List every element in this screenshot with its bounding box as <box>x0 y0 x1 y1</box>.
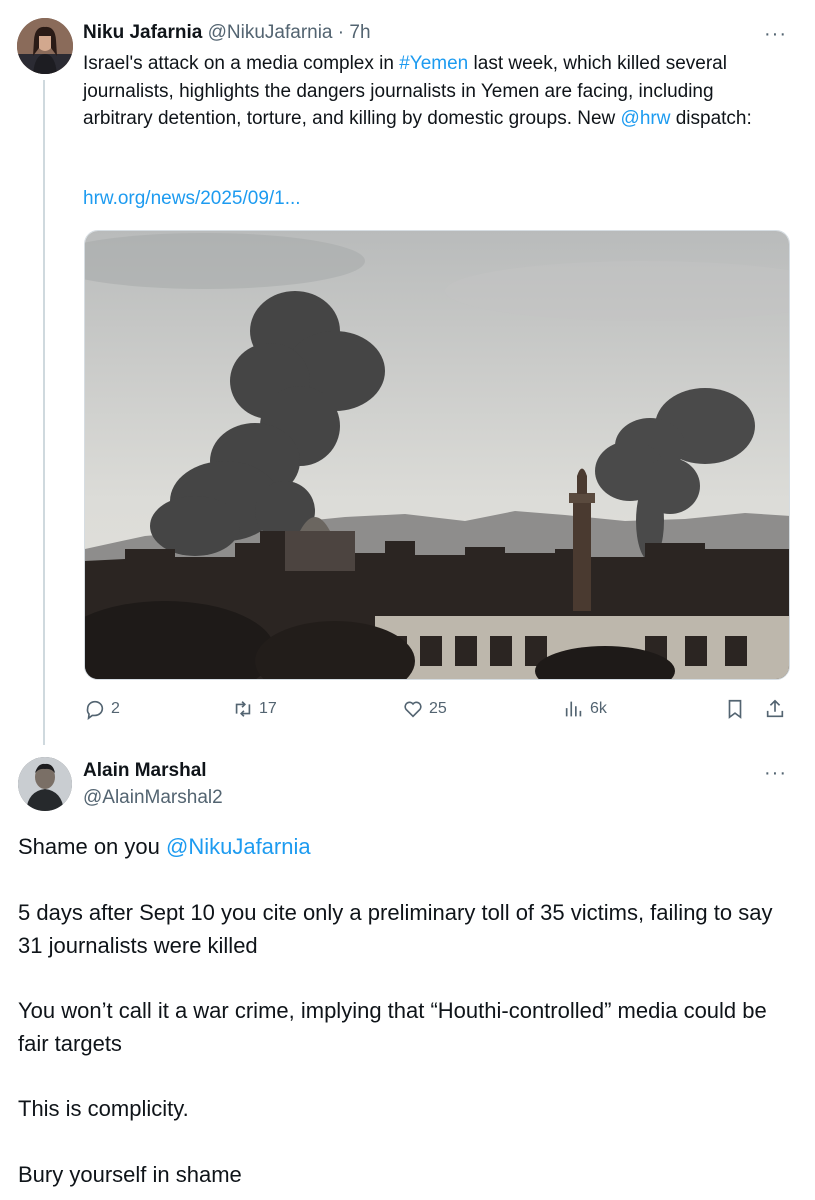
thread-connector-line <box>43 80 45 745</box>
author-name[interactable]: Niku Jafarnia <box>83 22 202 43</box>
more-options-icon[interactable]: ··· <box>764 763 787 783</box>
author-handle[interactable]: @NikuJafarnia <box>208 22 333 43</box>
heart-icon <box>404 701 422 718</box>
like-button[interactable]: 25 <box>402 698 447 720</box>
tweet-text-part: Israel's attack on a media complex in <box>83 53 400 74</box>
repost-count: 17 <box>259 700 277 717</box>
author-name[interactable]: Alain Marshal <box>83 760 207 782</box>
share-button[interactable] <box>764 698 786 720</box>
reply-button[interactable]: 2 <box>84 698 120 720</box>
mention-link[interactable]: @hrw <box>621 108 671 129</box>
avatar[interactable] <box>18 757 72 811</box>
tweet-paragraph: Shame on you @NikuJafarnia <box>18 830 798 863</box>
like-count: 25 <box>429 700 447 717</box>
tweet-paragraph: 5 days after Sept 10 you cite only a pre… <box>18 900 773 958</box>
tweet-header: Niku Jafarnia @NikuJafarnia · 7h <box>83 22 371 44</box>
bookmark-icon <box>728 699 742 719</box>
share-icon <box>766 699 784 718</box>
more-options-icon[interactable]: ··· <box>764 24 787 44</box>
tweet-text-part: Shame on you <box>18 834 166 859</box>
tweet-text: Israel's attack on a media complex in #Y… <box>83 50 783 133</box>
timestamp[interactable]: 7h <box>349 22 370 43</box>
tweet-paragraph: This is complicity. <box>18 1096 189 1121</box>
tweet-media-image[interactable] <box>84 230 790 680</box>
views-button[interactable]: 6k <box>563 698 607 720</box>
avatar[interactable] <box>17 18 73 74</box>
hashtag-link[interactable]: #Yemen <box>399 53 468 74</box>
views-chart-icon <box>565 701 582 717</box>
reply-count: 2 <box>111 700 120 717</box>
tweet-paragraph: Bury yourself in shame <box>18 1162 242 1187</box>
author-handle[interactable]: @AlainMarshal2 <box>83 787 223 809</box>
mention-link[interactable]: @NikuJafarnia <box>166 834 311 859</box>
views-count: 6k <box>590 700 607 717</box>
tweet-text-part: dispatch: <box>670 108 752 129</box>
header-separator: · <box>337 22 345 43</box>
external-link[interactable]: hrw.org/news/2025/09/1... <box>83 188 301 210</box>
tweet-paragraph: You won’t call it a war crime, implying … <box>18 998 767 1056</box>
reply-icon <box>86 700 104 720</box>
bookmark-button[interactable] <box>724 698 746 720</box>
repost-icon <box>235 701 251 717</box>
repost-button[interactable]: 17 <box>232 698 277 720</box>
tweet-actions: 2 17 25 6k <box>84 698 790 726</box>
